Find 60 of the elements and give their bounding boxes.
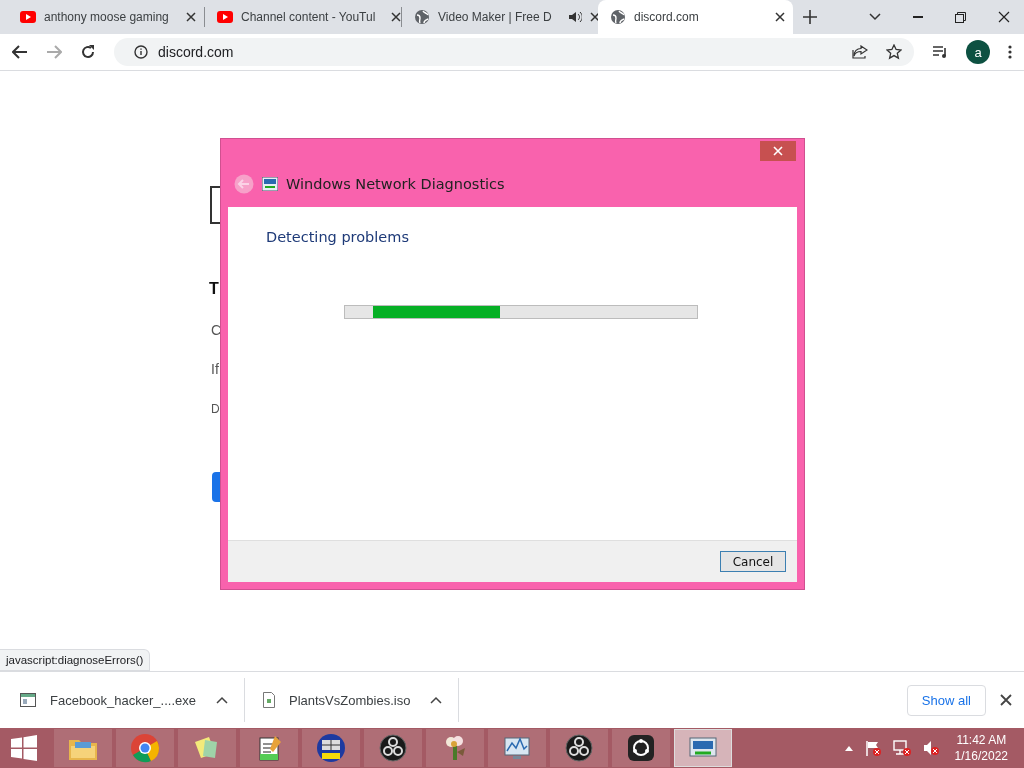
show-all-button[interactable]: Show all (906, 684, 986, 716)
close-button[interactable] (760, 141, 796, 161)
star-icon[interactable] (886, 44, 902, 60)
record-icon (377, 732, 409, 764)
taskbar-button[interactable] (240, 729, 298, 767)
cancel-button[interactable]: Cancel (720, 551, 786, 572)
close-icon[interactable] (391, 12, 402, 22)
close-icon[interactable] (589, 12, 600, 22)
chevron-down-icon[interactable] (869, 13, 881, 21)
record-icon (563, 732, 595, 764)
text-fragment: D (211, 402, 220, 416)
clock-date[interactable]: 1/16/2022 (954, 748, 1008, 764)
browser-tab[interactable]: anthony moose gaming (8, 0, 204, 34)
more-menu-icon[interactable] (1008, 45, 1012, 59)
game-icon (315, 732, 347, 764)
address-bar[interactable]: discord.com (114, 38, 914, 66)
text-fragment: If (211, 361, 219, 377)
text-fragment: C (211, 322, 222, 338)
volume-muted-icon[interactable] (922, 740, 939, 756)
taskbar-button[interactable] (612, 729, 670, 767)
network-app-icon (262, 177, 278, 191)
media-queue-icon[interactable] (932, 45, 948, 59)
chevron-up-icon[interactable] (216, 696, 228, 704)
status-bubble: javascript:diagnoseErrors() (0, 649, 151, 671)
youtube-icon (217, 9, 233, 25)
profile-avatar[interactable]: a (966, 40, 990, 64)
back-arrow-icon[interactable] (12, 45, 28, 59)
network-icon[interactable] (892, 740, 911, 756)
chrome-icon (129, 732, 161, 764)
browser-tab[interactable]: Channel content - YouTul (205, 0, 401, 34)
application-file-icon (20, 693, 36, 707)
info-icon[interactable] (134, 45, 148, 59)
speaker-icon[interactable] (567, 10, 582, 24)
download-filename[interactable]: PlantsVsZombies.iso (289, 692, 411, 708)
reload-icon[interactable] (80, 44, 96, 60)
restore-icon[interactable] (955, 11, 966, 23)
close-icon[interactable] (186, 12, 196, 22)
document-file-icon (263, 692, 275, 708)
camera-icon (625, 732, 657, 764)
caret-up-icon[interactable] (844, 745, 853, 751)
chevron-up-icon[interactable] (430, 696, 443, 704)
browser-tab[interactable]: discord.com (598, 0, 793, 34)
flag-icon[interactable] (864, 740, 881, 756)
close-icon[interactable] (998, 11, 1010, 23)
download-filename[interactable]: Facebook_hacker_....exe (50, 692, 196, 708)
share-icon[interactable] (852, 45, 868, 59)
close-icon[interactable] (1000, 694, 1012, 706)
globe-icon (610, 9, 626, 25)
dialog-title: Windows Network Diagnostics (286, 176, 505, 192)
taskbar-button[interactable] (364, 729, 422, 767)
text-fragment: T (209, 280, 219, 298)
new-tab-icon[interactable] (803, 10, 817, 24)
globe-icon (414, 9, 430, 25)
youtube-icon (20, 9, 36, 25)
clock-time[interactable]: 11:42 AM (954, 732, 1008, 748)
taskbar-button[interactable] (550, 729, 608, 767)
dialog-heading: Detecting problems (266, 229, 410, 245)
windows-start-icon[interactable] (11, 735, 37, 761)
taskbar-button[interactable] (302, 729, 360, 767)
close-icon[interactable] (775, 12, 785, 22)
